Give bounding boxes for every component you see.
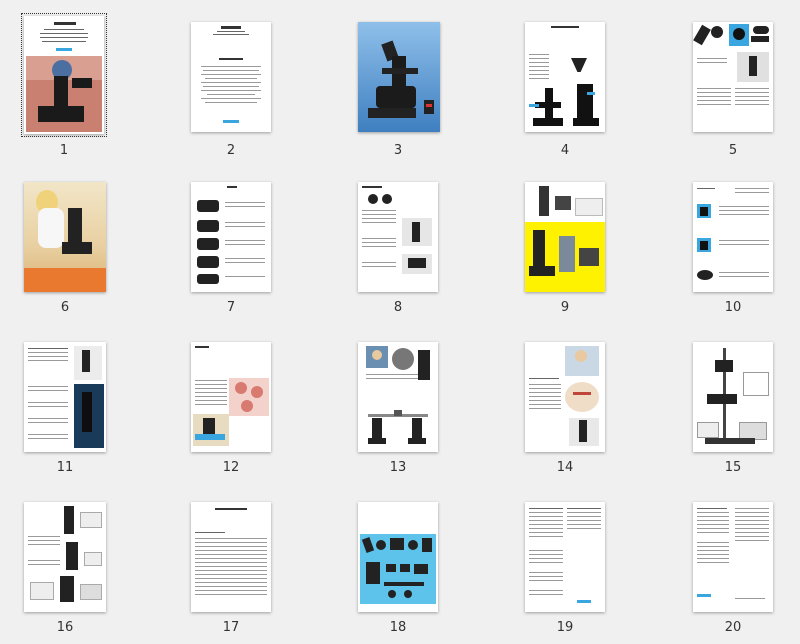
page-number: 17 [222, 620, 240, 635]
thumbnail-image[interactable] [358, 502, 438, 612]
page-number: 10 [724, 300, 742, 315]
page-number: 2 [226, 143, 236, 158]
thumbnail-image[interactable] [693, 22, 773, 132]
thumbnail-image[interactable] [693, 502, 773, 612]
page-number: 7 [226, 300, 236, 315]
page-number: 15 [724, 460, 742, 475]
thumbnail-image[interactable] [693, 342, 773, 452]
thumbnail-image[interactable] [191, 182, 271, 292]
thumbnail-image[interactable] [24, 182, 106, 292]
page-number: 18 [389, 620, 407, 635]
page-number: 13 [389, 460, 407, 475]
thumbnail-image[interactable] [525, 22, 605, 132]
thumbnail-image[interactable] [24, 502, 106, 612]
page-number: 4 [560, 143, 570, 158]
thumbnail-image[interactable] [525, 182, 605, 292]
thumbnail-image[interactable] [358, 182, 438, 292]
thumbnail-image[interactable] [21, 13, 107, 137]
page-number: 20 [724, 620, 742, 635]
page-number: 11 [56, 460, 74, 475]
page-number: 9 [560, 300, 570, 315]
thumbnail-image[interactable] [358, 22, 440, 132]
thumbnail-image[interactable] [191, 342, 271, 452]
thumbnail-image[interactable] [191, 502, 271, 612]
page-thumbnail-grid: 1 2 3 4 5 6 7 8 9 10 11 12 13 14 15 16 1… [0, 0, 800, 644]
thumbnail-image[interactable] [358, 342, 438, 452]
thumbnail-image[interactable] [24, 342, 106, 452]
page-number: 12 [222, 460, 240, 475]
page-number: 14 [556, 460, 574, 475]
page-number: 5 [728, 143, 738, 158]
page-number: 16 [56, 620, 74, 635]
thumbnail-image[interactable] [525, 342, 605, 452]
page-number: 19 [556, 620, 574, 635]
page-number: 3 [393, 143, 403, 158]
thumbnail-image[interactable] [191, 22, 271, 132]
page-number: 1 [59, 143, 69, 158]
page-number: 6 [60, 300, 70, 315]
thumbnail-image[interactable] [525, 502, 605, 612]
thumbnail-image[interactable] [693, 182, 773, 292]
page-number: 8 [393, 300, 403, 315]
